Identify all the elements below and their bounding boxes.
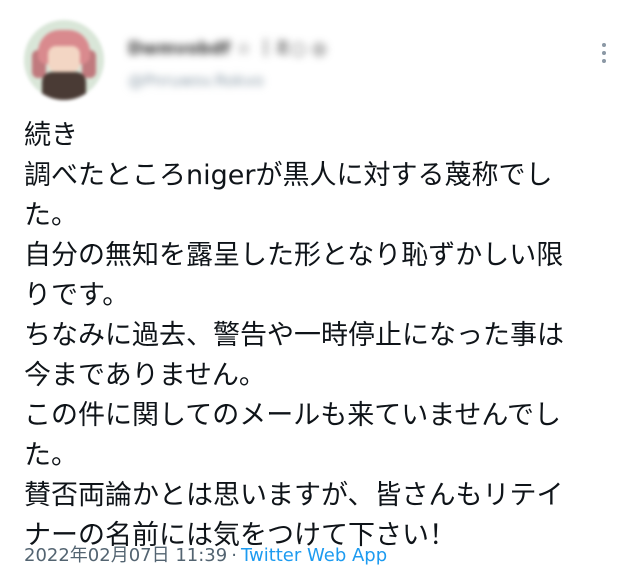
tweet-text-line: ちなみに過去、警告や一時停止になった事は: [24, 320, 564, 351]
author-info[interactable]: Dwmvobdf ☆ ｜ミ○ ◎ @Pnruwsv.Rokvo: [128, 34, 327, 90]
tweet-timestamp[interactable]: 2022年02月07日 11:39: [24, 545, 227, 566]
more-options-icon[interactable]: [594, 38, 614, 68]
tweet-header: Dwmvobdf ☆ ｜ミ○ ◎ @Pnruwsv.Rokvo: [24, 14, 624, 100]
tweet-source-link[interactable]: Twitter Web App: [241, 545, 387, 566]
tweet-text-line: 賛否両論かとは思いますが、皆さんもリテイ: [24, 480, 564, 511]
author-handle[interactable]: @Pnruwsv.Rokvo: [128, 71, 327, 90]
tweet-text: 続き 調べたところnigerが黒人に対する蔑称でし た。 自分の無知を露呈した形…: [24, 116, 624, 556]
tweet-text-line: た。: [24, 440, 78, 471]
tweet-meta: 2022年02月07日 11:39 · Twitter Web App: [24, 541, 387, 567]
tweet-card: Dwmvobdf ☆ ｜ミ○ ◎ @Pnruwsv.Rokvo 続き 調べたとこ…: [0, 0, 640, 579]
author-display-name[interactable]: Dwmvobdf ☆ ｜ミ○ ◎: [128, 34, 327, 59]
tweet-text-line: た。: [24, 200, 78, 231]
meta-separator: ·: [231, 545, 237, 566]
tweet-text-line: 自分の無知を露呈した形となり恥ずかしい限: [24, 240, 564, 271]
tweet-text-line: 続き: [24, 120, 78, 151]
avatar[interactable]: [24, 20, 104, 100]
tweet-text-line: 今までありません。: [24, 360, 266, 391]
tweet-text-line: 調べたところnigerが黒人に対する蔑称でし: [24, 160, 553, 191]
tweet-text-line: りです。: [24, 280, 130, 311]
tweet-text-line: この件に関してのメールも来ていませんでし: [24, 400, 562, 431]
